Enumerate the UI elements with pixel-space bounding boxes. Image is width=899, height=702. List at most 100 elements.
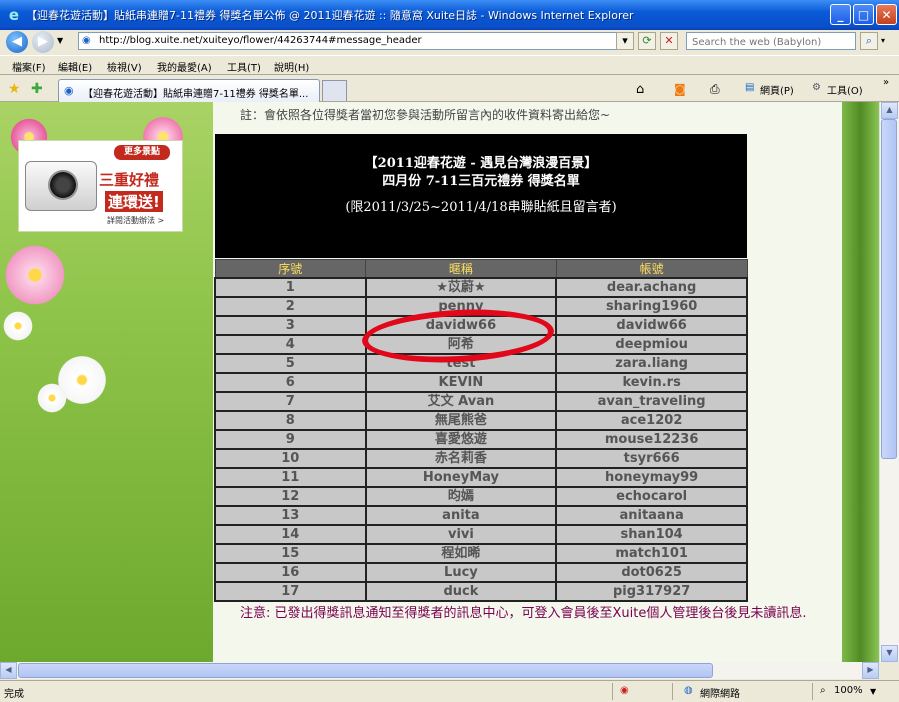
cell-account: ace1202 — [555, 410, 748, 431]
table-row: 10 赤名莉香 tsyr666 — [214, 448, 748, 469]
promo-subheadline: 連環送! — [105, 191, 163, 212]
horizontal-scroll-thumb[interactable] — [18, 663, 713, 678]
search-input[interactable] — [690, 34, 854, 50]
table-header-row: 序號 暱稱 帳號 — [214, 259, 748, 279]
tab-page-icon: ◉ — [64, 84, 74, 97]
address-dropdown-icon[interactable]: ▾ — [616, 32, 634, 50]
add-favorite-icon[interactable]: ✚ — [31, 81, 43, 97]
left-decoration: 更多景點 三重好禮 連環送! 詳閱活動辦法 > — [0, 102, 213, 662]
zoom-dropdown-icon[interactable]: ▼ — [870, 687, 876, 696]
vertical-scroll-thumb[interactable] — [881, 119, 897, 459]
cell-number: 17 — [214, 581, 367, 602]
promo-details-link[interactable]: 詳閱活動辦法 > — [107, 215, 164, 226]
cell-nickname: HoneyMay — [364, 467, 558, 488]
search-options-icon[interactable]: ▾ — [881, 36, 885, 45]
table-row: 17 duck pig317927 — [214, 581, 748, 602]
column-header-number: 序號 — [214, 259, 367, 279]
menu-edit[interactable]: 編輯(E) — [58, 59, 92, 74]
zoom-level[interactable]: 100% — [834, 685, 863, 696]
more-spots-button[interactable]: 更多景點 — [114, 145, 170, 160]
cell-account: pig317927 — [555, 581, 748, 602]
search-icon[interactable]: ⌕ — [860, 32, 878, 50]
cell-account: avan_traveling — [555, 391, 748, 412]
cell-nickname: 無尾熊爸 — [364, 410, 558, 431]
cell-number: 6 — [214, 372, 367, 393]
globe-icon: ◍ — [684, 685, 693, 696]
minimize-button[interactable]: _ — [830, 4, 851, 25]
table-row: 13 anita anitaana — [214, 505, 748, 526]
page-menu[interactable]: 網頁(P) — [760, 82, 794, 97]
vertical-scrollbar[interactable]: ▲ ▼ — [879, 102, 899, 662]
status-separator — [672, 683, 673, 700]
cell-number: 11 — [214, 467, 367, 488]
maximize-button[interactable]: □ — [853, 4, 874, 25]
note-top: 註：會依照各位得獎者當初您參與活動所留言內的收件資料寄出給您~ — [240, 108, 611, 122]
tools-menu[interactable]: 工具(O) — [827, 82, 863, 97]
cell-nickname: ★苡蔚★ — [364, 277, 558, 298]
scroll-down-arrow-icon[interactable]: ▼ — [881, 645, 898, 662]
cell-number: 12 — [214, 486, 367, 507]
table-row: 7 艾文 Avan avan_traveling — [214, 391, 748, 412]
more-toolbar-icon[interactable]: » — [883, 77, 889, 88]
status-separator — [812, 683, 813, 700]
page-viewport[interactable]: 更多景點 三重好禮 連環送! 詳閱活動辦法 > 註：會依照各位得獎者當初您參與活… — [0, 102, 879, 662]
cell-nickname: anita — [364, 505, 558, 526]
cell-number: 14 — [214, 524, 367, 545]
print-icon[interactable]: ⎙ — [710, 82, 720, 97]
menu-favorites[interactable]: 我的最愛(A) — [157, 59, 212, 74]
page-icon: ◉ — [82, 35, 91, 46]
cell-nickname: Lucy — [364, 562, 558, 583]
menu-file[interactable]: 檔案(F) — [12, 59, 46, 74]
privacy-icon[interactable]: ◉ — [620, 685, 629, 696]
note-bottom: 注意: 已發出得獎訊息通知至得獎者的訊息中心，可登入會員後至Xuite個人管理後… — [240, 606, 807, 621]
cell-account: honeymay99 — [555, 467, 748, 488]
search-box[interactable] — [686, 32, 856, 50]
cell-number: 7 — [214, 391, 367, 412]
cell-nickname: 程如晞 — [364, 543, 558, 564]
flower-decoration — [0, 308, 36, 344]
menu-help[interactable]: 說明(H) — [274, 59, 309, 74]
history-dropdown-icon[interactable]: ▼ — [57, 36, 63, 45]
tab-label: 【迎春花遊活動】貼紙串連贈7-11禮券 得獎名單... — [83, 89, 309, 100]
tab-active[interactable]: ◉ 【迎春花遊活動】貼紙串連贈7-11禮券 得獎名單... — [58, 79, 320, 102]
zoom-icon[interactable]: ⌕ — [820, 685, 826, 696]
address-url[interactable]: http://blog.xuite.net/xuiteyo/flower/442… — [99, 35, 422, 46]
scroll-left-arrow-icon[interactable]: ◀ — [0, 662, 17, 679]
window-titlebar[interactable]: e 【迎春花遊活動】貼紙串連贈7-11禮券 得獎名單公佈 @ 2011迎春花遊 … — [0, 0, 899, 30]
cell-account: dot0625 — [555, 562, 748, 583]
forward-button[interactable]: ▶ — [32, 31, 54, 53]
close-button[interactable]: ✕ — [876, 4, 897, 25]
favorites-star-icon[interactable]: ★ — [8, 81, 21, 97]
scroll-right-arrow-icon[interactable]: ▶ — [862, 662, 879, 679]
column-header-account: 帳號 — [555, 259, 748, 279]
table-row: 9 喜愛悠遊 mouse12236 — [214, 429, 748, 450]
camera-image — [25, 161, 97, 211]
address-bar[interactable]: ◉ http://blog.xuite.net/xuiteyo/flower/4… — [78, 32, 630, 50]
table-row: 14 vivi shan104 — [214, 524, 748, 545]
rss-feed-icon[interactable]: ◙ — [674, 82, 686, 96]
horizontal-scrollbar[interactable]: ◀ ▶ — [0, 662, 879, 679]
new-tab-button[interactable] — [322, 80, 347, 101]
scroll-up-arrow-icon[interactable]: ▲ — [881, 102, 898, 119]
camera-lens — [48, 170, 78, 200]
promo-banner[interactable]: 更多景點 三重好禮 連環送! 詳閱活動辦法 > — [18, 140, 183, 232]
refresh-icon[interactable]: ⟳ — [638, 32, 656, 50]
page-menu-icon: ▤ — [745, 82, 755, 93]
table-row: 11 HoneyMay honeymay99 — [214, 467, 748, 488]
menu-tools[interactable]: 工具(T) — [227, 59, 261, 74]
cell-account: sharing1960 — [555, 296, 748, 317]
cell-account: mouse12236 — [555, 429, 748, 450]
table-row: 6 KEVIN kevin.rs — [214, 372, 748, 393]
cell-nickname: duck — [364, 581, 558, 602]
cell-nickname: 喜愛悠遊 — [364, 429, 558, 450]
home-icon[interactable]: ⌂ — [636, 82, 644, 97]
cell-nickname: 赤名莉香 — [364, 448, 558, 469]
back-button[interactable]: ◀ — [6, 31, 28, 53]
stop-icon[interactable]: ✕ — [660, 32, 678, 50]
cell-nickname: 艾文 Avan — [364, 391, 558, 412]
cell-account: tsyr666 — [555, 448, 748, 469]
cell-nickname: vivi — [364, 524, 558, 545]
flower-decoration — [34, 380, 70, 416]
cell-account: deepmiou — [555, 334, 748, 355]
menu-view[interactable]: 檢視(V) — [107, 59, 142, 74]
